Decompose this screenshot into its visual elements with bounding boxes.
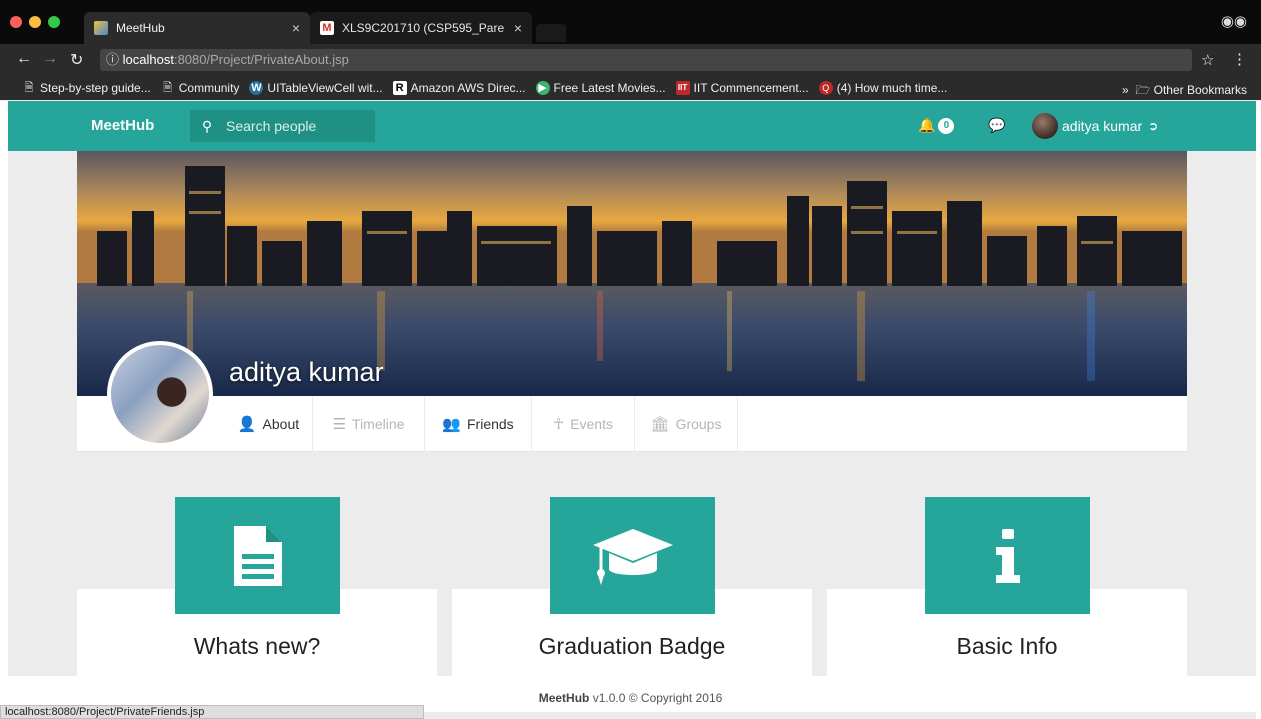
- chat-bubbles-icon: 💬: [988, 117, 1006, 133]
- site-navbar: MeetHub ⚲ 🔔 0 💬 aditya kumar ➲: [8, 101, 1256, 151]
- address-bar: ← → ↻ ⓘ localhost:8080/Project/PrivateAb…: [0, 44, 1261, 76]
- card-title: Basic Info: [956, 633, 1058, 659]
- reload-icon[interactable]: ↻: [70, 50, 83, 70]
- search-input[interactable]: [224, 117, 364, 135]
- bookmarks-bar: 🗎 Step-by-step guide... 🗎 Community W UITab…: [0, 76, 1261, 100]
- new-tab-button[interactable]: [536, 24, 566, 42]
- tab-label: Groups: [675, 416, 722, 432]
- bookmark-label: IIT Commencement...: [693, 81, 809, 95]
- window-minimize-button[interactable]: [29, 16, 41, 28]
- bookmark-item[interactable]: IIT IIT Commencement...: [675, 81, 809, 95]
- gmail-favicon-icon: M: [320, 21, 334, 35]
- bookmark-label: Amazon AWS Direc...: [410, 81, 526, 95]
- bookmark-label: (4) How much time...: [836, 81, 948, 95]
- page-edge-left: [0, 101, 8, 705]
- main-content: 👤 About ☰ Timeline 👥 Friends ☥ Events 🏛 …: [8, 151, 1256, 677]
- bookmark-item[interactable]: R Amazon AWS Direc...: [392, 81, 526, 95]
- bookmark-label: Step-by-step guide...: [40, 81, 151, 95]
- birthday-cake-icon: ☥: [552, 416, 565, 433]
- bookmark-label: Community: [178, 81, 240, 95]
- bookmark-label: UITableViewCell wit...: [267, 81, 383, 95]
- browser-menu-icon[interactable]: ⋮: [1232, 50, 1247, 68]
- footer-brand: MeetHub: [538, 691, 590, 705]
- back-arrow-icon[interactable]: ←: [16, 50, 32, 68]
- tab-close-icon[interactable]: ×: [514, 20, 522, 36]
- whats-new-tile[interactable]: [175, 497, 340, 614]
- tab-about[interactable]: 👤 About: [225, 396, 313, 452]
- tab-label: Friends: [467, 416, 514, 432]
- tab-friends[interactable]: 👥 Friends: [425, 396, 532, 452]
- incognito-icon: ◉◉: [1220, 13, 1247, 30]
- bookmark-item[interactable]: 🗎 Community: [161, 81, 240, 95]
- page-edge-right: [1256, 101, 1261, 719]
- profile-avatar[interactable]: [107, 341, 213, 447]
- window-close-button[interactable]: [10, 16, 22, 28]
- browser-tab-gmail[interactable]: M XLS9C201710 (CSP595_Pare ×: [310, 12, 532, 44]
- brand-link[interactable]: MeetHub: [91, 117, 154, 134]
- r-icon: R: [392, 81, 407, 95]
- notifications-button[interactable]: 🔔 0: [918, 117, 955, 134]
- url-host: localhost: [122, 52, 174, 67]
- page-icon: 🗎: [24, 82, 34, 94]
- bookmarks-overflow-icon[interactable]: »: [1122, 83, 1129, 97]
- timeline-icon: ☰: [332, 416, 347, 433]
- bookmark-star-icon[interactable]: ☆: [1201, 51, 1214, 69]
- footer-text: v1.0.0 © Copyright 2016: [589, 691, 723, 705]
- other-bookmarks-label: Other Bookmarks: [1153, 83, 1247, 97]
- user-menu[interactable]: aditya kumar ➲: [1032, 113, 1158, 139]
- bookmark-label: Free Latest Movies...: [553, 81, 666, 95]
- info-icon: [995, 528, 1020, 583]
- card-title: Whats new?: [193, 633, 321, 659]
- institution-icon: 🏛: [650, 416, 670, 433]
- site-info-icon[interactable]: ⓘ: [106, 52, 119, 67]
- notification-badge: 0: [938, 117, 955, 134]
- graduation-cap-icon: [592, 528, 673, 585]
- iit-icon: IIT: [675, 81, 690, 95]
- tab-title: XLS9C201710 (CSP595_Pare: [342, 21, 505, 35]
- card-title: Graduation Badge: [538, 633, 726, 659]
- tab-events[interactable]: ☥ Events: [532, 396, 635, 452]
- bookmark-item[interactable]: W UITableViewCell wit...: [249, 81, 383, 95]
- bookmark-item[interactable]: ▶ Free Latest Movies...: [535, 81, 666, 95]
- users-icon: 👥: [442, 416, 461, 433]
- document-icon: [233, 525, 282, 586]
- meethub-favicon-icon: [94, 21, 108, 35]
- logout-icon[interactable]: ➲: [1148, 119, 1158, 133]
- forward-arrow-icon[interactable]: →: [42, 50, 58, 68]
- browser-tab-meethub[interactable]: MeetHub ×: [84, 12, 310, 44]
- basic-info-tile[interactable]: [925, 497, 1090, 614]
- url-input[interactable]: ⓘ localhost:8080/Project/PrivateAbout.js…: [100, 49, 1192, 71]
- messages-button[interactable]: 💬: [988, 117, 1005, 134]
- bookmark-item[interactable]: 🗎 Step-by-step guide...: [22, 81, 151, 95]
- tab-groups[interactable]: 🏛 Groups: [635, 396, 738, 452]
- bell-icon: 🔔: [918, 117, 936, 133]
- footer: MeetHub v1.0.0 © Copyright 2016: [0, 691, 1261, 705]
- nav-user-name: aditya kumar: [1062, 118, 1143, 134]
- other-bookmarks[interactable]: » 🗁 Other Bookmarks: [1122, 81, 1247, 102]
- user-icon: 👤: [237, 416, 257, 433]
- graduation-badge-tile[interactable]: [550, 497, 715, 614]
- search-box: ⚲: [190, 110, 375, 142]
- wordpress-icon: W: [249, 81, 264, 95]
- window-zoom-button[interactable]: [48, 16, 60, 28]
- search-icon[interactable]: ⚲: [190, 118, 224, 135]
- profile-tabs: 👤 About ☰ Timeline 👥 Friends ☥ Events 🏛 …: [77, 396, 1187, 452]
- profile-name: aditya kumar: [229, 357, 384, 387]
- tab-title: MeetHub: [116, 21, 165, 35]
- tab-label: About: [262, 416, 300, 432]
- browser-tab-strip: MeetHub × M XLS9C201710 (CSP595_Pare × ◉…: [0, 0, 1261, 44]
- tab-label: Timeline: [352, 416, 405, 432]
- avatar: [1032, 113, 1058, 139]
- bookmark-item[interactable]: Q (4) How much time...: [818, 81, 948, 95]
- tab-label: Events: [570, 416, 613, 432]
- page-icon: 🗎: [163, 82, 173, 94]
- tab-timeline[interactable]: ☰ Timeline: [313, 396, 425, 452]
- quora-icon: Q: [818, 81, 833, 95]
- tab-close-icon[interactable]: ×: [292, 20, 300, 36]
- folder-icon: 🗁: [1135, 83, 1151, 97]
- play-icon: ▶: [535, 81, 550, 95]
- url-path: :8080/Project/PrivateAbout.jsp: [173, 52, 349, 67]
- browser-status-url: localhost:8080/Project/PrivateFriends.js…: [0, 705, 424, 719]
